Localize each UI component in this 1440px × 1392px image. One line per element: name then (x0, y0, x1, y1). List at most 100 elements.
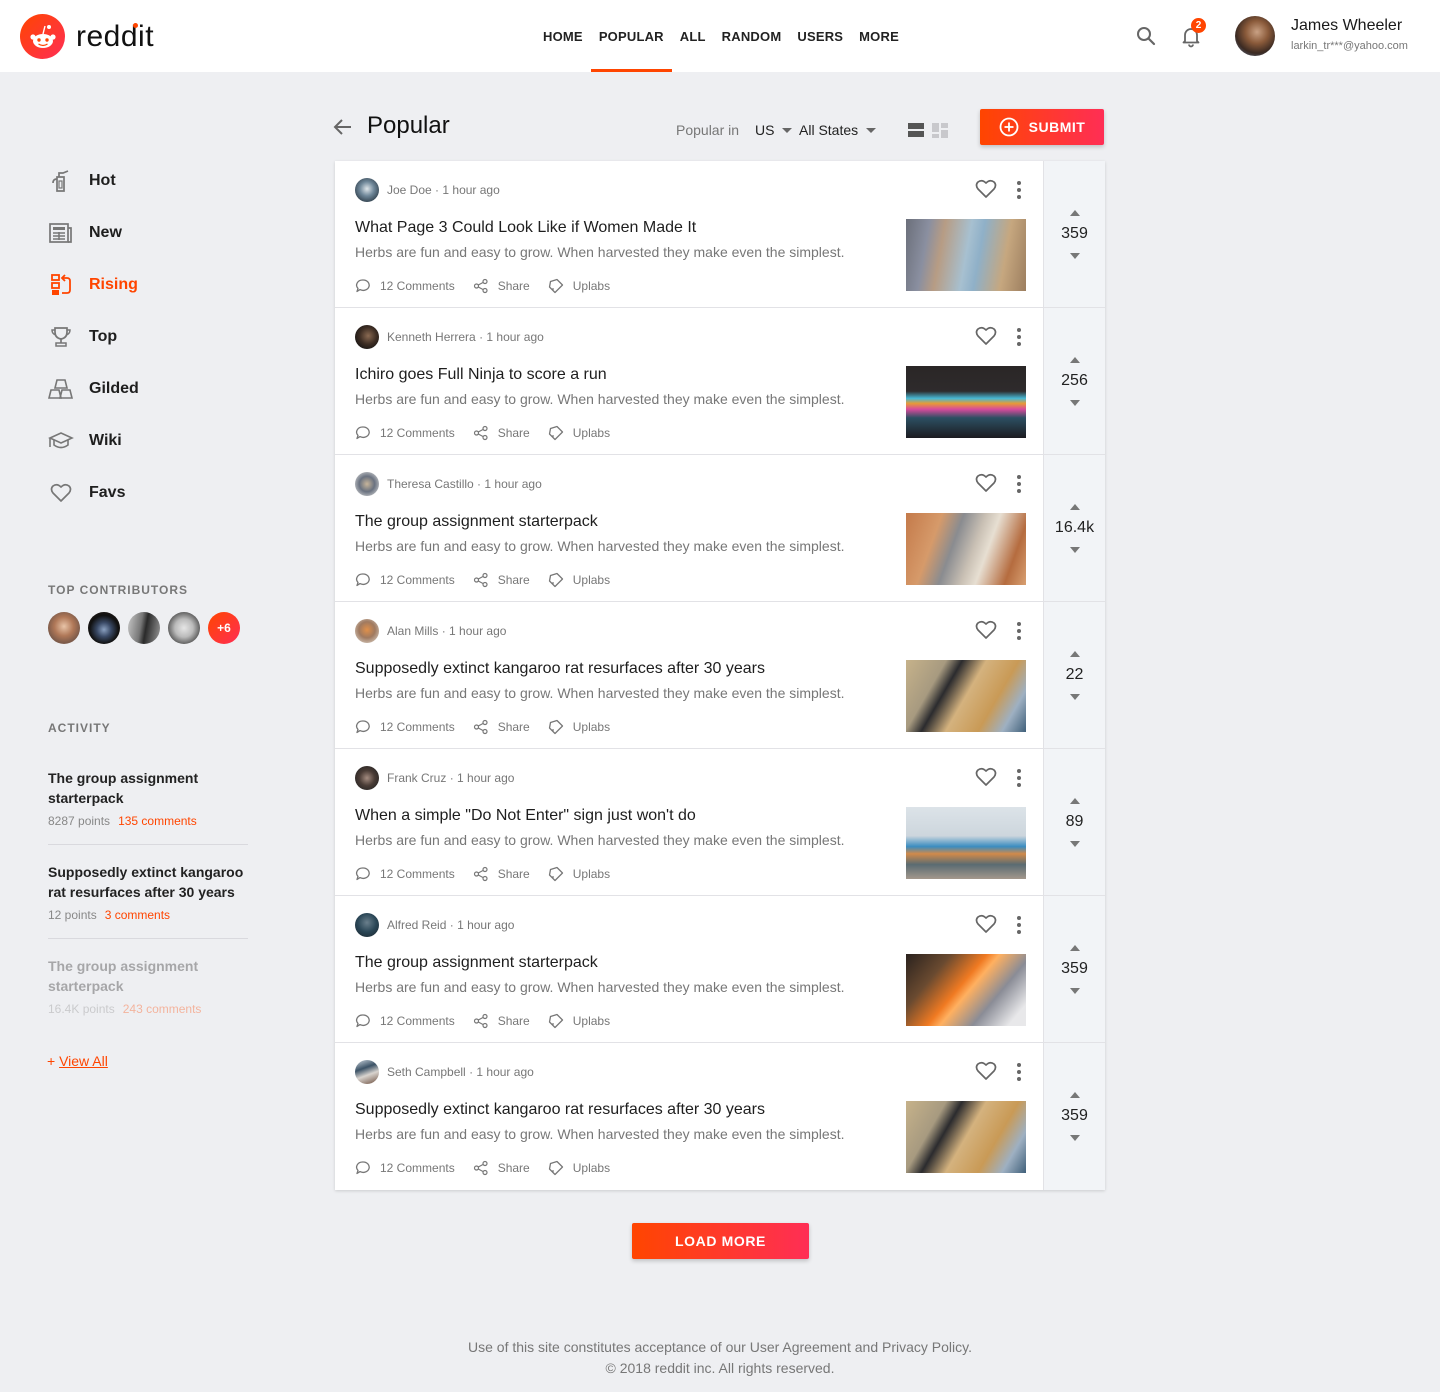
post-thumbnail[interactable] (906, 807, 1026, 879)
contributor-avatar[interactable] (48, 612, 80, 644)
user-name[interactable]: James Wheeler (1291, 17, 1402, 35)
author-avatar[interactable] (355, 1060, 379, 1084)
more-vertical-icon[interactable] (1011, 620, 1027, 642)
back-arrow-icon[interactable] (332, 116, 354, 138)
sidebar-item-rising[interactable]: Rising (48, 259, 248, 311)
share-button[interactable]: Share (473, 425, 530, 441)
post-title[interactable]: Ichiro goes Full Ninja to score a run (355, 366, 607, 384)
more-vertical-icon[interactable] (1011, 767, 1027, 789)
downvote-arrow-icon[interactable] (1069, 840, 1080, 847)
share-button[interactable]: Share (473, 572, 530, 588)
comments-button[interactable]: 12 Comments (355, 278, 455, 294)
share-button[interactable]: Share (473, 1160, 530, 1176)
share-button[interactable]: Share (473, 866, 530, 882)
more-vertical-icon[interactable] (1011, 914, 1027, 936)
upvote-arrow-icon[interactable] (1069, 1092, 1080, 1098)
uplabs-button[interactable]: Uplabs (548, 866, 610, 882)
more-vertical-icon[interactable] (1011, 473, 1027, 495)
downvote-arrow-icon[interactable] (1069, 399, 1080, 406)
activity-comments-link[interactable]: 135 comments (118, 814, 197, 828)
list-view-icon[interactable] (908, 122, 924, 138)
heart-icon[interactable] (975, 179, 997, 201)
heart-icon[interactable] (975, 473, 997, 495)
activity-title-link[interactable]: Supposedly extinct kangaroo rat resurfac… (48, 862, 248, 902)
author-avatar[interactable] (355, 913, 379, 937)
upvote-arrow-icon[interactable] (1069, 209, 1080, 216)
author-avatar[interactable] (355, 325, 379, 349)
uplabs-button[interactable]: Uplabs (548, 572, 610, 588)
sidebar-item-new[interactable]: New (48, 207, 248, 259)
contributor-avatar[interactable] (88, 612, 120, 644)
nav-popular[interactable]: POPULAR (590, 0, 672, 72)
author-avatar[interactable] (355, 178, 379, 202)
downvote-arrow-icon[interactable] (1069, 252, 1080, 259)
activity-title-link[interactable]: The group assignment starterpack (48, 956, 248, 996)
uplabs-button[interactable]: Uplabs (548, 278, 610, 294)
comments-button[interactable]: 12 Comments (355, 572, 455, 588)
post-author[interactable]: Frank Cruz (387, 771, 446, 785)
nav-home[interactable]: HOME (535, 0, 591, 72)
post-thumbnail[interactable] (906, 1101, 1026, 1173)
heart-icon[interactable] (975, 767, 997, 789)
upvote-arrow-icon[interactable] (1069, 944, 1080, 951)
comments-button[interactable]: 12 Comments (355, 719, 455, 735)
reddit-logo[interactable]: reddit (20, 14, 154, 59)
post-author[interactable]: Alan Mills (387, 624, 438, 638)
grid-view-icon[interactable] (932, 122, 948, 138)
post-author[interactable]: Alfred Reid (387, 918, 446, 932)
post-title[interactable]: The group assignment starterpack (355, 954, 598, 972)
search-icon[interactable] (1134, 24, 1158, 48)
activity-comments-link[interactable]: 243 comments (123, 1002, 202, 1016)
comments-button[interactable]: 12 Comments (355, 1160, 455, 1176)
share-button[interactable]: Share (473, 719, 530, 735)
nav-all[interactable]: ALL (672, 0, 714, 72)
country-dropdown[interactable]: US (755, 122, 793, 138)
user-avatar[interactable] (1235, 16, 1275, 56)
downvote-arrow-icon[interactable] (1069, 1135, 1080, 1141)
post-title[interactable]: The group assignment starterpack (355, 513, 598, 531)
post-author[interactable]: Seth Campbell (387, 1065, 466, 1079)
contributor-avatar[interactable] (128, 612, 160, 644)
sidebar-item-top[interactable]: Top (48, 311, 248, 363)
post-thumbnail[interactable] (906, 366, 1026, 438)
uplabs-button[interactable]: Uplabs (548, 1160, 610, 1176)
more-vertical-icon[interactable] (1011, 1061, 1027, 1083)
nav-random[interactable]: RANDOM (714, 0, 790, 72)
submit-button[interactable]: SUBMIT (980, 109, 1104, 145)
post-thumbnail[interactable] (906, 219, 1026, 291)
more-contributors-button[interactable]: +6 (208, 612, 240, 644)
author-avatar[interactable] (355, 766, 379, 790)
activity-comments-link[interactable]: 3 comments (105, 908, 170, 922)
author-avatar[interactable] (355, 472, 379, 496)
contributor-avatar[interactable] (168, 612, 200, 644)
nav-users[interactable]: USERS (789, 0, 851, 72)
sidebar-item-favs[interactable]: Favs (48, 467, 248, 519)
post-author[interactable]: Kenneth Herrera (387, 330, 476, 344)
share-button[interactable]: Share (473, 1013, 530, 1029)
sidebar-item-gilded[interactable]: Gilded (48, 363, 248, 415)
heart-icon[interactable] (975, 1061, 997, 1083)
author-avatar[interactable] (355, 619, 379, 643)
post-thumbnail[interactable] (906, 513, 1026, 585)
post-thumbnail[interactable] (906, 954, 1026, 1026)
sidebar-item-wiki[interactable]: Wiki (48, 415, 248, 467)
post-title[interactable]: When a simple "Do Not Enter" sign just w… (355, 807, 696, 825)
nav-more[interactable]: MORE (851, 0, 907, 72)
sidebar-item-hot[interactable]: Hot (48, 155, 248, 207)
post-title[interactable]: Supposedly extinct kangaroo rat resurfac… (355, 660, 765, 678)
heart-icon[interactable] (975, 914, 997, 936)
load-more-button[interactable]: LOAD MORE (632, 1223, 809, 1259)
post-thumbnail[interactable] (906, 660, 1026, 732)
downvote-arrow-icon[interactable] (1069, 546, 1080, 553)
heart-icon[interactable] (975, 620, 997, 642)
upvote-arrow-icon[interactable] (1069, 797, 1080, 804)
downvote-arrow-icon[interactable] (1069, 693, 1080, 700)
comments-button[interactable]: 12 Comments (355, 866, 455, 882)
upvote-arrow-icon[interactable] (1069, 650, 1080, 657)
state-dropdown[interactable]: All States (799, 122, 877, 138)
uplabs-button[interactable]: Uplabs (548, 425, 610, 441)
uplabs-button[interactable]: Uplabs (548, 1013, 610, 1029)
upvote-arrow-icon[interactable] (1069, 356, 1080, 363)
comments-button[interactable]: 12 Comments (355, 1013, 455, 1029)
uplabs-button[interactable]: Uplabs (548, 719, 610, 735)
